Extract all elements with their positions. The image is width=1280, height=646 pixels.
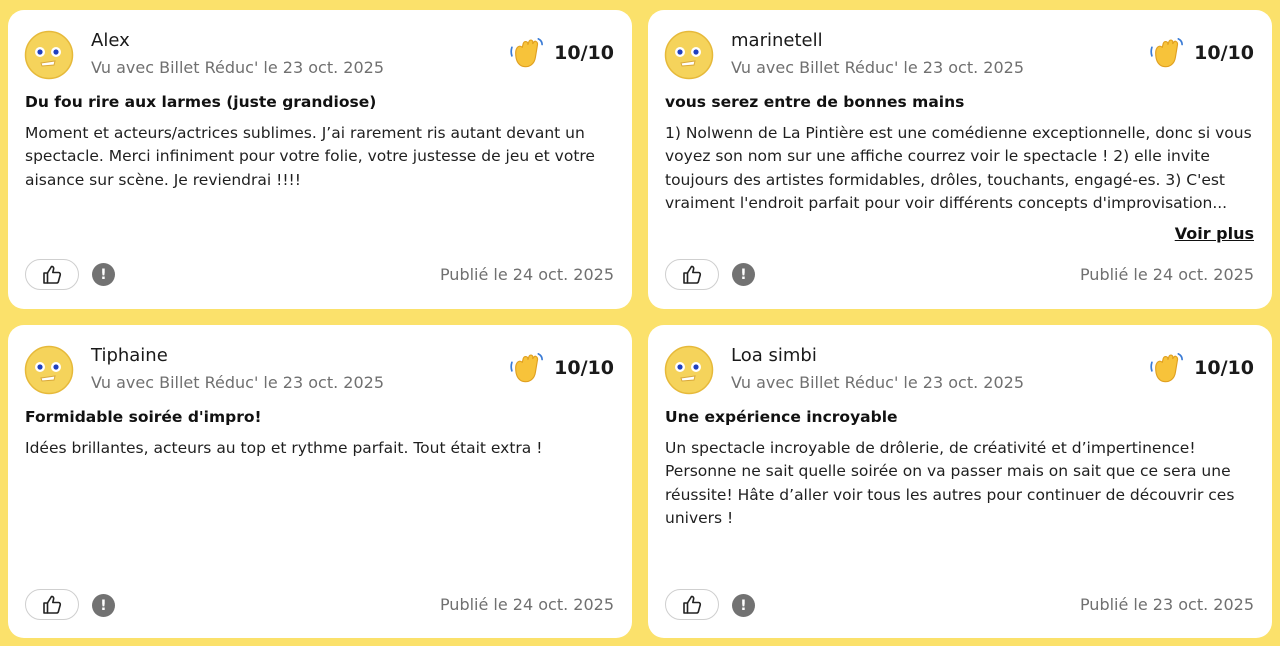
waving-hand-icon [1150,352,1184,383]
exclamation-icon: ! [100,266,107,283]
waving-hand-icon [510,352,544,383]
review-score: 10/10 [554,42,614,64]
review-rating: 10/10 [510,36,614,70]
review-score: 10/10 [1194,42,1254,64]
review-rating: 10/10 [1150,351,1254,385]
exclamation-icon: ! [740,597,747,614]
review-card: Loa simbi Vu avec Billet Réduc' le 23 oc… [648,325,1272,638]
review-title: Une expérience incroyable [665,408,898,426]
review-published-date: Publié le 24 oct. 2025 [439,595,614,614]
review-username: Tiphaine [91,345,168,366]
review-title: Formidable soirée d'impro! [25,408,262,426]
review-body: Moment et acteurs/actrices sublimes. J’a… [25,124,595,189]
review-body: 1) Nolwenn de La Pintière est une comédi… [665,124,1252,212]
review-rating: 10/10 [510,351,614,385]
like-button[interactable] [665,589,719,620]
review-username: Alex [91,30,130,51]
report-button[interactable]: ! [92,263,115,286]
smiley-face-icon [664,345,714,395]
report-button[interactable]: ! [92,594,115,617]
review-title: vous serez entre de bonnes mains [665,93,965,111]
review-published-date: Publié le 24 oct. 2025 [1079,265,1254,284]
review-username: marinetell [731,30,823,51]
thumbs-up-icon [683,595,702,614]
smiley-face-icon [24,30,74,80]
review-username: Loa simbi [731,345,817,366]
like-button[interactable] [25,259,79,290]
review-card: Tiphaine Vu avec Billet Réduc' le 23 oct… [8,325,632,638]
review-body: Idées brillantes, acteurs au top et ryth… [25,439,543,457]
review-published-date: Publié le 24 oct. 2025 [439,265,614,284]
report-button[interactable]: ! [732,594,755,617]
review-published-date: Publié le 23 oct. 2025 [1079,595,1254,614]
review-seen-date: Vu avec Billet Réduc' le 23 oct. 2025 [731,58,1024,77]
report-button[interactable]: ! [732,263,755,286]
smiley-face-icon [24,345,74,395]
waving-hand-icon [1150,37,1184,68]
voir-plus-link[interactable]: Voir plus [1175,224,1254,243]
review-title: Du fou rire aux larmes (juste grandiose) [25,93,377,111]
thumbs-up-icon [43,265,62,284]
exclamation-icon: ! [740,266,747,283]
review-seen-date: Vu avec Billet Réduc' le 23 oct. 2025 [91,373,384,392]
thumbs-up-icon [683,265,702,284]
review-seen-date: Vu avec Billet Réduc' le 23 oct. 2025 [731,373,1024,392]
thumbs-up-icon [43,595,62,614]
like-button[interactable] [665,259,719,290]
waving-hand-icon [510,37,544,68]
review-seen-date: Vu avec Billet Réduc' le 23 oct. 2025 [91,58,384,77]
exclamation-icon: ! [100,597,107,614]
review-card: Alex Vu avec Billet Réduc' le 23 oct. 20… [8,10,632,309]
review-card: marinetell Vu avec Billet Réduc' le 23 o… [648,10,1272,309]
smiley-face-icon [664,30,714,80]
review-score: 10/10 [554,357,614,379]
review-score: 10/10 [1194,357,1254,379]
review-rating: 10/10 [1150,36,1254,70]
like-button[interactable] [25,589,79,620]
review-body: Un spectacle incroyable de drôlerie, de … [665,439,1235,527]
